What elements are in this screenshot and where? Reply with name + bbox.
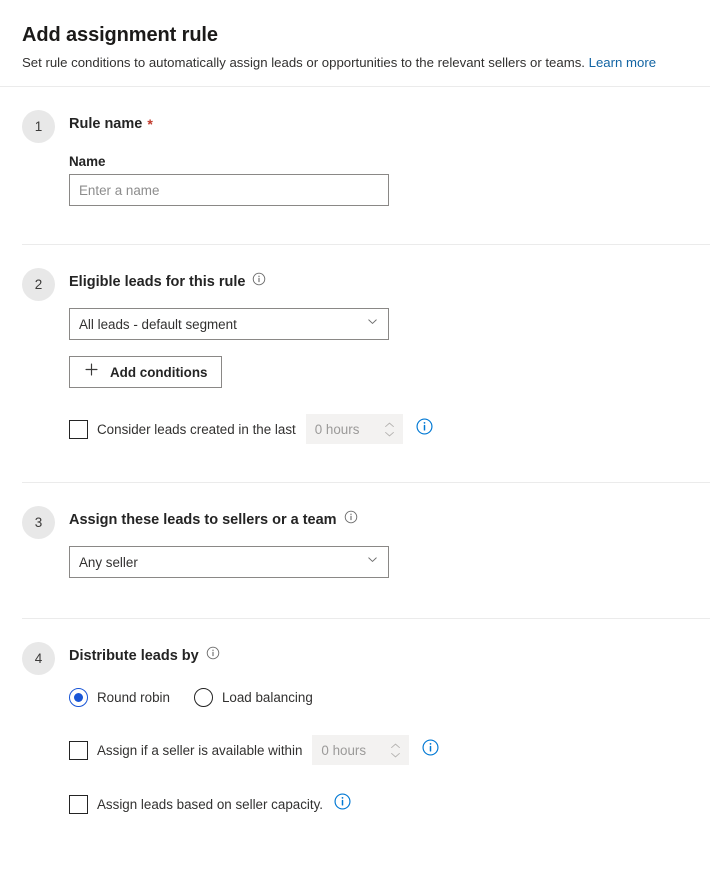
radio-load-balancing-label: Load balancing: [221, 690, 313, 705]
plus-icon: [84, 362, 99, 382]
add-assignment-rule-page: Add assignment rule Set rule conditions …: [0, 0, 710, 886]
learn-more-link[interactable]: Learn more: [589, 55, 656, 70]
assignee-dropdown-value: Any seller: [79, 554, 138, 570]
info-icon: [344, 510, 358, 530]
step-badge-4: 4: [22, 642, 55, 675]
section-eligible-leads: 2 Eligible leads for this rule All leads…: [0, 245, 710, 444]
step-badge-2: 2: [22, 268, 55, 301]
page-header: Add assignment rule Set rule conditions …: [0, 0, 710, 72]
seller-available-hours-value: 0 hours: [321, 742, 367, 758]
required-asterisk: *: [147, 116, 153, 132]
radio-round-robin-control[interactable]: [69, 688, 88, 707]
section-assign-to: 3 Assign these leads to sellers or a tea…: [0, 483, 710, 578]
page-title: Add assignment rule: [22, 24, 218, 46]
info-icon[interactable]: [422, 739, 439, 761]
info-icon: [252, 272, 266, 292]
radio-load-balancing[interactable]: Load balancing: [193, 688, 313, 707]
consider-leads-hours-value: 0 hours: [314, 421, 360, 437]
chevron-down-icon: [366, 553, 379, 571]
seller-available-hours-stepper[interactable]: 0 hours: [312, 735, 410, 765]
chevron-down-icon: [366, 315, 379, 333]
seller-capacity-row: Assign leads based on seller capacity.: [69, 793, 688, 815]
section-title-text: Rule name: [69, 116, 143, 132]
consider-leads-created-label: Consider leads created in the last: [97, 421, 296, 437]
add-conditions-label: Add conditions: [110, 364, 208, 380]
seller-available-within-row: Assign if a seller is available within 0…: [69, 735, 688, 765]
segment-dropdown[interactable]: All leads - default segment: [69, 308, 389, 340]
consider-leads-hours-stepper[interactable]: 0 hours: [305, 414, 403, 444]
section-title-text: Assign these leads to sellers or a team: [69, 512, 337, 528]
radio-load-balancing-control[interactable]: [193, 688, 213, 707]
seller-available-within-checkbox[interactable]: [69, 740, 88, 760]
section-distribute-leads: 4 Distribute leads by Round robin Load b…: [0, 619, 710, 815]
section-title-distribute-leads: Distribute leads by: [69, 646, 688, 666]
chevron-down-icon: [384, 431, 394, 436]
distribution-radio-group: Round robin Load balancing: [69, 688, 688, 707]
name-input[interactable]: [69, 174, 389, 206]
info-icon[interactable]: [416, 418, 433, 440]
section-title-eligible-leads: Eligible leads for this rule: [69, 272, 688, 292]
section-title-rule-name: Rule name *: [69, 114, 688, 134]
stepper-arrows[interactable]: [384, 422, 403, 437]
chevron-down-icon: [391, 752, 401, 757]
section-title-text: Eligible leads for this rule: [69, 274, 246, 290]
stepper-arrows[interactable]: [390, 743, 409, 758]
consider-leads-created-checkbox[interactable]: [69, 419, 88, 439]
assignee-dropdown[interactable]: Any seller: [69, 546, 389, 578]
page-description: Set rule conditions to automatically ass…: [22, 54, 688, 72]
chevron-up-icon: [391, 743, 401, 748]
step-badge-3: 3: [22, 506, 55, 539]
section-rule-name: 1 Rule name * Name: [0, 87, 710, 206]
page-description-text: Set rule conditions to automatically ass…: [22, 55, 585, 70]
radio-round-robin-label: Round robin: [97, 690, 170, 705]
consider-leads-created-row: Consider leads created in the last 0 hou…: [69, 414, 688, 444]
section-title-assign-to: Assign these leads to sellers or a team: [69, 510, 688, 530]
add-conditions-button[interactable]: Add conditions: [69, 356, 223, 388]
seller-capacity-label: Assign leads based on seller capacity.: [97, 796, 324, 812]
chevron-up-icon: [384, 422, 394, 427]
info-icon[interactable]: [334, 793, 351, 815]
section-title-text: Distribute leads by: [69, 648, 199, 664]
segment-dropdown-value: All leads - default segment: [79, 316, 237, 332]
radio-selected-dot: [74, 693, 83, 702]
radio-round-robin[interactable]: Round robin: [69, 688, 170, 707]
name-field-label: Name: [69, 154, 106, 169]
info-icon: [206, 646, 220, 666]
seller-available-within-label: Assign if a seller is available within: [97, 742, 303, 758]
step-badge-1: 1: [22, 110, 55, 143]
seller-capacity-checkbox[interactable]: [69, 794, 88, 814]
